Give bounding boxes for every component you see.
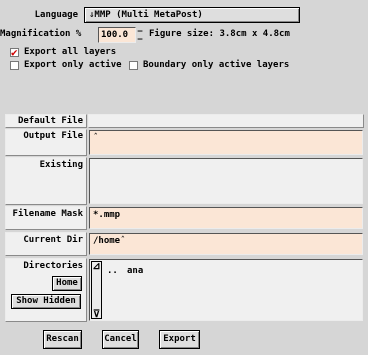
language-value: MMP (Multi MetaPost) xyxy=(94,10,203,20)
figure-size-text: Figure size: 3.8cm x 4.8cm xyxy=(149,29,290,39)
existing-files-list[interactable] xyxy=(89,158,363,204)
current-dir-label-frame: Current Dir xyxy=(5,232,87,256)
rescan-button[interactable]: Rescan xyxy=(43,330,82,349)
default-file-value xyxy=(88,114,364,128)
checkmark-icon: ✔ xyxy=(11,46,18,59)
existing-label: Existing xyxy=(39,160,83,170)
default-file-label: Default File xyxy=(17,116,83,126)
language-label: Language xyxy=(34,10,78,20)
home-button[interactable]: Home xyxy=(52,276,82,291)
current-dir-value: /home xyxy=(93,236,121,246)
directory-entry-ana[interactable]: ana xyxy=(127,266,143,276)
output-file-input[interactable]: ˆ xyxy=(89,130,363,155)
export-all-label: Export all layers xyxy=(24,47,117,57)
output-file-label: Output File xyxy=(23,131,83,141)
text-caret: ˆ xyxy=(93,133,99,143)
language-menu-button[interactable]: ⇓MMP (Multi MetaPost) xyxy=(84,7,300,23)
boundary-active-label: Boundary only active layers xyxy=(143,60,290,70)
cancel-button[interactable]: Cancel xyxy=(102,330,139,349)
magnification-value: 100.0 xyxy=(101,30,129,40)
boundary-active-checkbox[interactable] xyxy=(129,61,138,70)
show-hidden-button[interactable]: Show Hidden xyxy=(11,294,81,309)
spin-down-icon[interactable]: – xyxy=(136,35,144,43)
output-file-label-frame: Output File xyxy=(5,129,87,156)
scroll-up-icon[interactable]: ⊿ xyxy=(92,261,101,272)
export-active-label: Export only active xyxy=(24,60,122,70)
export-all-checkbox[interactable]: ✔ xyxy=(10,46,19,59)
magnification-label: Magnification % xyxy=(0,29,82,39)
text-caret: ˆ xyxy=(120,236,126,246)
filename-mask-label: Filename Mask xyxy=(12,209,83,219)
current-dir-input[interactable]: /homeˆ xyxy=(89,233,363,255)
filename-mask-value: *.mmp xyxy=(93,210,121,220)
export-button[interactable]: Export xyxy=(159,330,200,349)
filename-mask-input[interactable]: *.mmp xyxy=(89,207,363,229)
existing-label-frame: Existing xyxy=(5,157,87,205)
directories-list[interactable]: ⊿ ⊽ .. ana xyxy=(89,259,363,321)
default-file-label-frame: Default File xyxy=(5,114,87,128)
scroll-down-icon[interactable]: ⊽ xyxy=(92,309,101,320)
magnification-spinner[interactable]: – – xyxy=(136,27,144,43)
magnification-field[interactable]: 100.0 xyxy=(98,27,136,43)
current-dir-label: Current Dir xyxy=(23,235,83,245)
directory-entry-parent[interactable]: .. xyxy=(107,266,118,276)
export-active-checkbox[interactable] xyxy=(10,61,19,70)
directories-label: Directories xyxy=(23,261,83,271)
filename-mask-label-frame: Filename Mask xyxy=(5,206,87,230)
directories-scrollbar[interactable]: ⊿ ⊽ xyxy=(91,261,102,320)
